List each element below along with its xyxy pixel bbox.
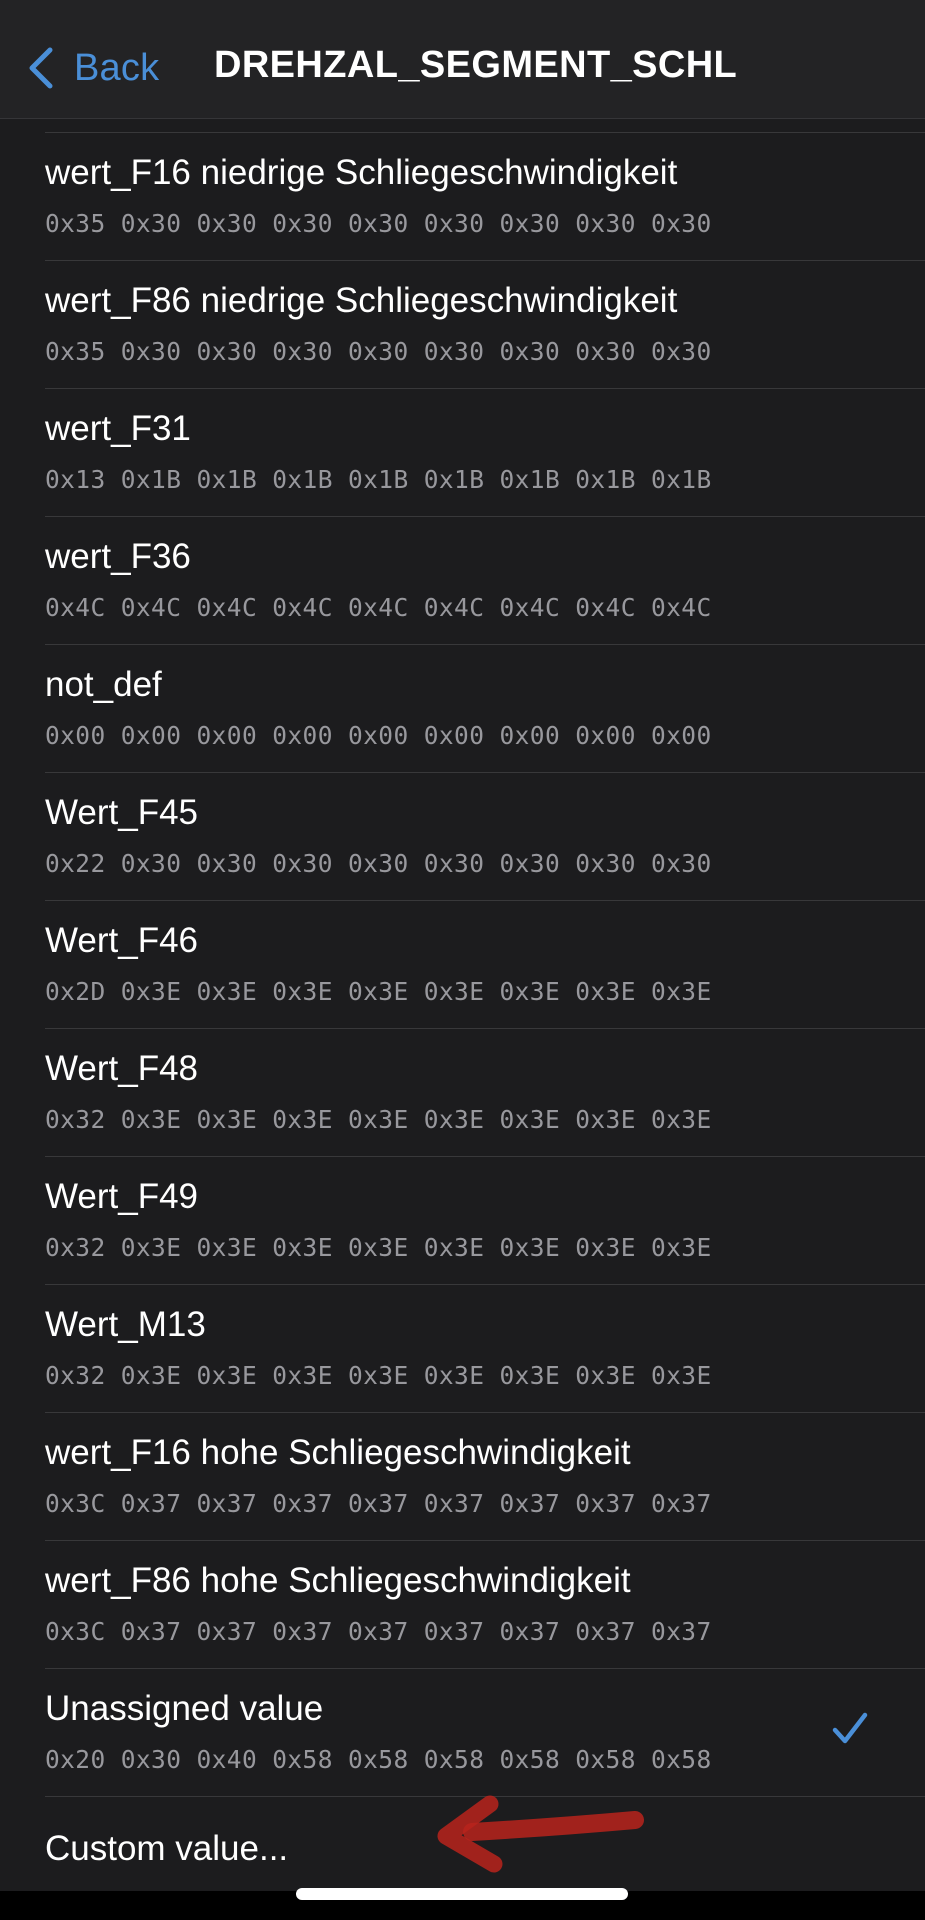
page-title: DREHZAL_SEGMENT_SCHL [214, 44, 738, 86]
list-item-bytes: 0x32 0x3E 0x3E 0x3E 0x3E 0x3E 0x3E 0x3E … [45, 1233, 712, 1262]
list-item[interactable]: wert_F86 niedrige Schliegeschwindigkeit 0… [45, 261, 925, 389]
chevron-left-icon [29, 47, 53, 89]
list-item[interactable]: wert_F86 hohe Schliegeschwindigkeit 0x3C … [45, 1541, 925, 1669]
list-item-bytes: 0x3C 0x37 0x37 0x37 0x37 0x37 0x37 0x37 … [45, 1489, 712, 1518]
back-button[interactable]: Back [26, 40, 159, 96]
list-item-label: Wert_F46 [45, 921, 199, 960]
list-item-label: Wert_M13 [45, 1305, 206, 1344]
list-item[interactable]: wert_F36 0x4C 0x4C 0x4C 0x4C 0x4C 0x4C 0x… [45, 517, 925, 645]
list-item[interactable]: Wert_F49 0x32 0x3E 0x3E 0x3E 0x3E 0x3E 0x… [45, 1157, 925, 1285]
list-item[interactable]: wert_F16 niedrige Schliegeschwindigkeit 0… [45, 133, 925, 261]
red-arrow-annotation [437, 1795, 644, 1873]
list-item-label: Wert_F45 [45, 793, 199, 832]
list-item[interactable]: not_def 0x00 0x00 0x00 0x00 0x00 0x00 0x0… [45, 645, 925, 773]
list-item-label: Wert_F48 [45, 1049, 199, 1088]
list-item-bytes: 0x13 0x1B 0x1B 0x1B 0x1B 0x1B 0x1B 0x1B … [45, 465, 712, 494]
value-list: wert_F16 niedrige Schliegeschwindigkeit 0… [0, 118, 925, 1901]
list-item-label: wert_F86 hohe Schliegeschwindigkeit [45, 1561, 631, 1600]
checkmark-icon [832, 1712, 868, 1744]
list-item-bytes: 0x20 0x30 0x40 0x58 0x58 0x58 0x58 0x58 … [45, 1745, 712, 1774]
list-item-bytes: 0x32 0x3E 0x3E 0x3E 0x3E 0x3E 0x3E 0x3E … [45, 1361, 712, 1390]
list-item-label: wert_F86 niedrige Schliegeschwindigkeit [45, 281, 678, 320]
list-item[interactable]: Wert_F45 0x22 0x30 0x30 0x30 0x30 0x30 0x… [45, 773, 925, 901]
list-item[interactable]: wert_F31 0x13 0x1B 0x1B 0x1B 0x1B 0x1B 0x… [45, 389, 925, 517]
list-item-bytes: 0x3C 0x37 0x37 0x37 0x37 0x37 0x37 0x37 … [45, 1617, 712, 1646]
list-item-label: wert_F36 [45, 537, 191, 576]
list-item[interactable]: Wert_M13 0x32 0x3E 0x3E 0x3E 0x3E 0x3E 0x… [45, 1285, 925, 1413]
list-item-label: wert_F16 niedrige Schliegeschwindigkeit [45, 153, 678, 192]
list-item-label: Wert_F49 [45, 1177, 199, 1216]
list-item-bytes: 0x35 0x30 0x30 0x30 0x30 0x30 0x30 0x30 … [45, 209, 712, 238]
list-item-bytes: 0x22 0x30 0x30 0x30 0x30 0x30 0x30 0x30 … [45, 849, 712, 878]
list-item-bytes: 0x32 0x3E 0x3E 0x3E 0x3E 0x3E 0x3E 0x3E … [45, 1105, 712, 1134]
list-item-bytes: 0x35 0x30 0x30 0x30 0x30 0x30 0x30 0x30 … [45, 337, 712, 366]
list-item[interactable]: Unassigned value 0x20 0x30 0x40 0x58 0x58… [45, 1669, 925, 1797]
rows-container: wert_F16 niedrige Schliegeschwindigkeit 0… [0, 133, 925, 1797]
screen: Back DREHZAL_SEGMENT_SCHL wert_F16 niedr… [0, 0, 925, 1920]
list-item[interactable]: wert_F16 hohe Schliegeschwindigkeit 0x3C … [45, 1413, 925, 1541]
custom-value-label: Custom value... [45, 1829, 289, 1868]
list-item[interactable]: Wert_F46 0x2D 0x3E 0x3E 0x3E 0x3E 0x3E 0x… [45, 901, 925, 1029]
list-item-partial [45, 118, 925, 133]
list-item-label: not_def [45, 665, 162, 704]
list-item-bytes: 0x00 0x00 0x00 0x00 0x00 0x00 0x00 0x00 … [45, 721, 712, 750]
list-item-label: wert_F31 [45, 409, 191, 448]
list-item-label: wert_F16 hohe Schliegeschwindigkeit [45, 1433, 631, 1472]
navigation-bar: Back DREHZAL_SEGMENT_SCHL [0, 0, 925, 119]
list-item[interactable]: Wert_F48 0x32 0x3E 0x3E 0x3E 0x3E 0x3E 0x… [45, 1029, 925, 1157]
back-label: Back [74, 46, 160, 89]
list-item-bytes: 0x4C 0x4C 0x4C 0x4C 0x4C 0x4C 0x4C 0x4C … [45, 593, 712, 622]
list-item-bytes: 0x2D 0x3E 0x3E 0x3E 0x3E 0x3E 0x3E 0x3E … [45, 977, 712, 1006]
home-indicator[interactable] [296, 1888, 628, 1900]
list-item-label: Unassigned value [45, 1689, 324, 1728]
